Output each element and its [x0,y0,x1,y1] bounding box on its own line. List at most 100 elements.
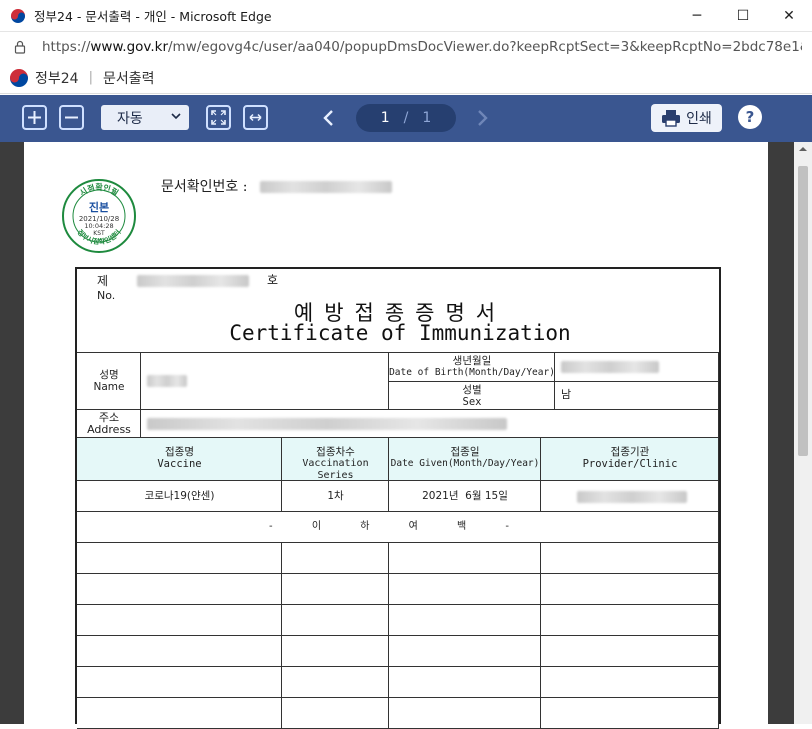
title-english: Certificate of Immunization [229,321,571,345]
empty-table-cell [389,605,541,636]
sex-label-en: Sex [462,396,482,408]
total-pages: 1 [422,110,432,126]
chevron-left-icon [323,109,333,126]
address-bar[interactable]: https://www.gov.kr/mw/egovg4c/user/aa040… [0,32,812,62]
name-label-en: Name [93,381,125,393]
address-label-en: Address [87,423,131,436]
empty-table-cell [541,605,719,636]
doc-confirm-number: 문서확인번호 : [161,176,392,196]
scroll-up-icon[interactable] [798,144,808,154]
stamp-tz: KST [93,230,105,237]
col-header-vaccine-en: Vaccine [157,458,202,470]
plus-icon [28,111,41,124]
page-separator: / [403,110,409,126]
col-header-series-ko: 접종차수 [316,446,355,458]
close-button[interactable]: ✕ [766,0,812,32]
redacted-address [147,418,507,430]
gov24-logo-icon [10,8,26,23]
empty-table-cell [389,574,541,605]
sex-label-ko: 성별 [462,384,482,396]
dob-label-en: Date of Birth(Month/Day/Year) [389,367,555,378]
print-button-label: 인쇄 [686,111,712,127]
cert-no-suffix: 호 [267,273,279,287]
redacted-cert-number [137,275,249,287]
name-value-cell [141,353,389,410]
end-mark: - 이 하 여 백 - [269,521,527,532]
empty-table-cell [77,543,282,574]
col-header-date-en: Date Given(Month/Day/Year) [390,458,540,469]
zoom-select-value: 자동 [117,110,143,127]
authenticity-stamp: 시점확인필 정부시점확인센터 진본 2021/10/28 10:04:28 KS… [62,179,136,253]
empty-table-cell [77,636,282,667]
redacted-name [147,375,187,387]
cert-no-label-ko: 제 [97,274,109,288]
current-page-input[interactable]: 1 [381,110,390,126]
dob-value-cell [555,353,719,382]
empty-table-cell [282,667,389,698]
sex-value-cell: 남 [555,382,719,410]
empty-table-cell [389,698,541,729]
vertical-scrollbar[interactable] [794,142,812,724]
page-indicator: 1 / 1 [356,104,456,132]
empty-table-cell [389,543,541,574]
minimize-button[interactable]: ─ [674,0,720,32]
zoom-out-button[interactable] [59,105,84,130]
table-row-date: 2021년 6월 15일 [389,481,541,512]
empty-table-cell [541,636,719,667]
printer-icon [662,110,681,127]
empty-table-cell [282,543,389,574]
minus-icon [65,116,78,119]
next-page-button[interactable] [473,105,493,130]
site-brand[interactable]: 정부24 [35,68,79,88]
col-header-provider: 접종기관 Provider/Clinic [541,438,719,481]
col-header-series: 접종차수 Vaccination Series [282,438,389,481]
vaccine-value: 코로나19(얀센) [144,490,215,502]
col-header-date: 접종일 Date Given(Month/Day/Year) [389,438,541,481]
name-label-ko: 성명 [99,369,119,381]
empty-table-cell [541,667,719,698]
prev-page-button[interactable] [318,105,338,130]
dob-label-ko: 생년월일 [452,355,492,367]
col-header-vaccine-ko: 접종명 [165,446,194,458]
zoom-select[interactable]: 자동 [101,105,189,130]
stamp-center-text: 진본 [89,200,109,214]
fit-page-button[interactable] [206,105,231,130]
print-button[interactable]: 인쇄 [651,104,722,132]
help-button[interactable]: ? [738,105,762,129]
redacted-dob [561,361,659,373]
empty-table-cell [77,698,282,729]
empty-table-cell [541,574,719,605]
lock-icon [14,40,26,54]
url-path: /mw/egovg4c/user/aa040/popupDmsDocViewer… [168,39,802,55]
empty-table-cell [77,667,282,698]
fit-width-button[interactable] [243,105,268,130]
col-header-vaccine: 접종명 Vaccine [77,438,282,481]
sex-value: 남 [561,388,572,401]
redacted-doc-number [259,181,392,193]
url-text[interactable]: https://www.gov.kr/mw/egovg4c/user/aa040… [42,39,802,55]
date-value: 2021년 6월 15일 [422,490,508,502]
empty-table-cell [541,698,719,729]
window-title: 정부24 - 문서출력 - 개인 - Microsoft Edge [34,9,272,24]
site-section-title: 문서출력 [102,70,155,87]
doc-confirm-label: 문서확인번호 : [161,179,248,195]
site-header: 정부24 | 문서출력 [0,62,812,94]
certificate-table: 제 No. 호 예방접종증명서 Certificate of Immunizat… [75,267,721,729]
empty-table-cell [282,574,389,605]
zoom-in-button[interactable] [22,105,47,130]
table-row-series: 1차 [282,481,389,512]
scrollbar-thumb[interactable] [798,166,808,456]
empty-table-cell [389,636,541,667]
url-scheme: https:// [42,39,91,55]
col-header-series-en: Vaccination Series [302,458,369,481]
address-label-cell: 주소 Address [77,410,141,438]
dob-label-cell: 생년월일 Date of Birth(Month/Day/Year) [389,353,555,382]
col-header-provider-en: Provider/Clinic [582,458,678,470]
empty-table-cell [389,667,541,698]
fit-width-icon [249,113,262,122]
col-header-provider-ko: 접종기관 [610,446,650,458]
empty-table-cell [541,543,719,574]
empty-table-cell [282,636,389,667]
maximize-button[interactable]: ☐ [720,0,766,32]
stamp-time: 10:04:28 [84,222,113,230]
